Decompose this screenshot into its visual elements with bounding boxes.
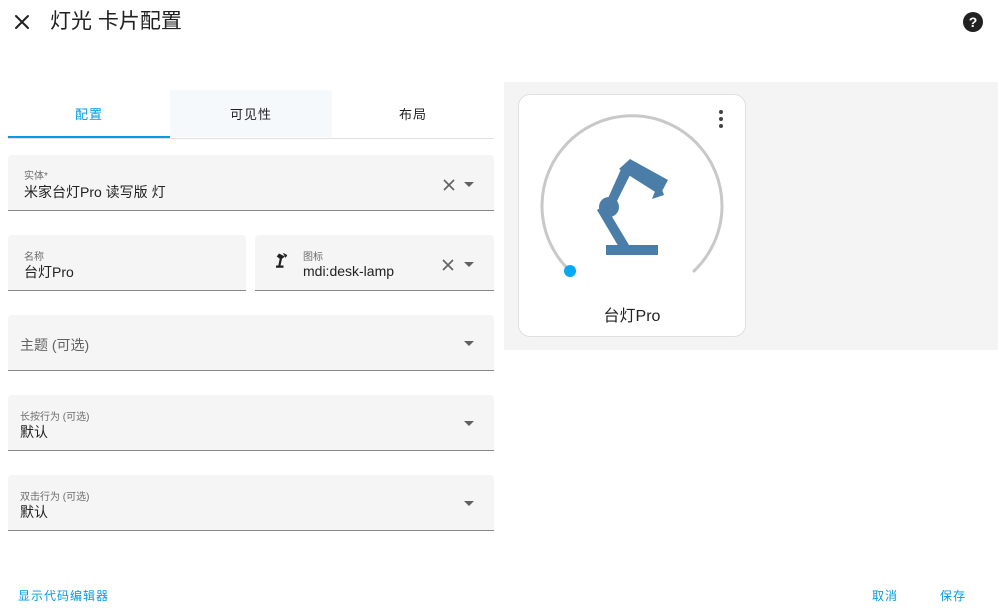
close-button[interactable] xyxy=(8,8,36,36)
icon-clear-icon[interactable] xyxy=(441,258,455,272)
save-button[interactable]: 保存 xyxy=(940,587,966,604)
icon-label: 图标 xyxy=(303,252,323,263)
tab-visibility[interactable]: 可见性 xyxy=(170,90,332,137)
tab-layout[interactable]: 布局 xyxy=(332,90,494,137)
tab-config[interactable]: 配置 xyxy=(8,90,170,138)
card-entity-name: 台灯Pro xyxy=(603,308,661,325)
svg-text:?: ? xyxy=(969,14,978,30)
light-card[interactable]: 台灯Pro xyxy=(518,94,746,337)
name-label: 名称 xyxy=(24,252,44,263)
hold-action-dropdown-icon[interactable] xyxy=(464,421,474,426)
double-tap-action-value: 默认 xyxy=(20,504,48,520)
double-tap-action-label: 双击行为 (可选) xyxy=(20,492,90,503)
show-code-editor-button[interactable]: 显示代码编辑器 xyxy=(18,587,109,604)
help-circle-icon: ? xyxy=(963,12,983,32)
entity-label: 实体* xyxy=(24,171,48,182)
dialog-title: 灯光 卡片配置 xyxy=(50,10,182,33)
entity-dropdown-icon[interactable] xyxy=(464,182,474,187)
entity-clear-icon[interactable] xyxy=(442,178,456,192)
desk-lamp-icon[interactable] xyxy=(597,159,668,255)
icon-picker[interactable]: 图标 mdi:desk-lamp xyxy=(255,235,494,291)
desk-lamp-icon xyxy=(276,252,288,268)
icon-dropdown-icon[interactable] xyxy=(464,262,474,267)
name-field[interactable]: 名称 台灯Pro xyxy=(8,235,246,291)
tab-bar: 配置 可见性 布局 xyxy=(8,90,494,139)
icon-value: mdi:desk-lamp xyxy=(303,263,395,279)
double-tap-action-dropdown-icon[interactable] xyxy=(464,501,474,506)
more-menu-icon[interactable] xyxy=(714,109,728,129)
help-button[interactable]: ? xyxy=(962,11,984,33)
entity-picker[interactable]: 实体* 米家台灯Pro 读写版 灯 xyxy=(8,155,494,211)
double-tap-action-select[interactable]: 双击行为 (可选) 默认 xyxy=(8,475,494,531)
entity-value: 米家台灯Pro 读写版 灯 xyxy=(24,184,166,200)
hold-action-select[interactable]: 长按行为 (可选) 默认 xyxy=(8,395,494,451)
brightness-handle[interactable] xyxy=(564,265,576,277)
name-value: 台灯Pro xyxy=(24,264,74,280)
theme-placeholder: 主题 (可选) xyxy=(20,337,90,353)
brightness-slider[interactable] xyxy=(519,95,745,295)
close-icon xyxy=(15,15,29,29)
theme-select[interactable]: 主题 (可选) xyxy=(8,315,494,371)
hold-action-label: 长按行为 (可选) xyxy=(20,412,90,423)
theme-dropdown-icon[interactable] xyxy=(464,341,474,346)
cancel-button[interactable]: 取消 xyxy=(872,587,898,604)
hold-action-value: 默认 xyxy=(20,424,48,440)
